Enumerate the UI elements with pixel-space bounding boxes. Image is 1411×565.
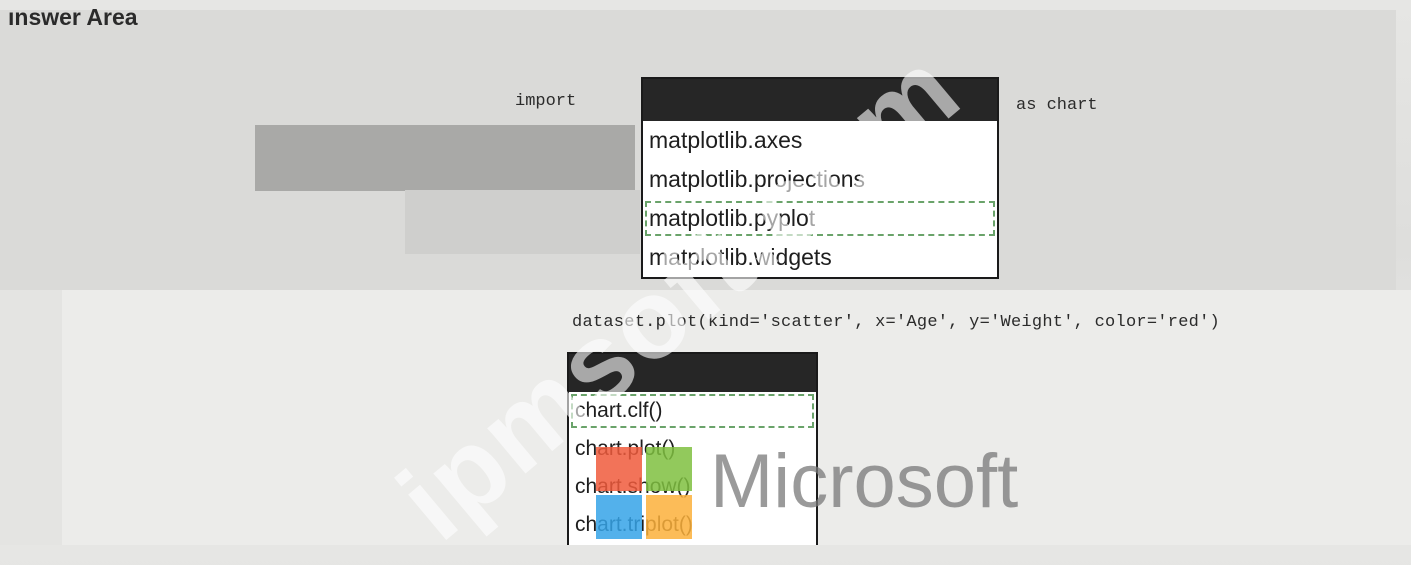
import-module-dropdown[interactable]: matplotlib.axes matplotlib.projections m…: [641, 77, 999, 279]
dropdown-header[interactable]: [643, 79, 997, 121]
answer-area-heading: ınswer Area: [8, 4, 138, 30]
dropdown-option-selected[interactable]: matplotlib.pyplot: [643, 199, 997, 238]
chart-function-dropdown[interactable]: chart.clf() chart.plot() chart.show() ch…: [567, 352, 818, 545]
import-keyword: import: [515, 92, 577, 111]
dropdown-option[interactable]: matplotlib.axes: [643, 121, 997, 160]
dropdown-option[interactable]: chart.plot(): [569, 430, 816, 468]
as-chart-keyword: as chart: [1016, 96, 1098, 115]
dropdown-option-selected[interactable]: chart.clf(): [569, 392, 816, 430]
dropdown-header[interactable]: [569, 354, 816, 392]
dropdown-option[interactable]: matplotlib.projections: [643, 160, 997, 199]
shadow-block: [405, 190, 640, 254]
plot-code-line: dataset.plot(kind='scatter', x='Age', y=…: [572, 313, 1221, 332]
left-margin-panel: [0, 290, 62, 545]
dropdown-option[interactable]: chart.show(): [569, 468, 816, 506]
dropdown-option[interactable]: chart.triplot(): [569, 506, 816, 544]
shadow-block: [255, 125, 635, 191]
dropdown-option[interactable]: matplotlib.widgets: [643, 238, 997, 277]
